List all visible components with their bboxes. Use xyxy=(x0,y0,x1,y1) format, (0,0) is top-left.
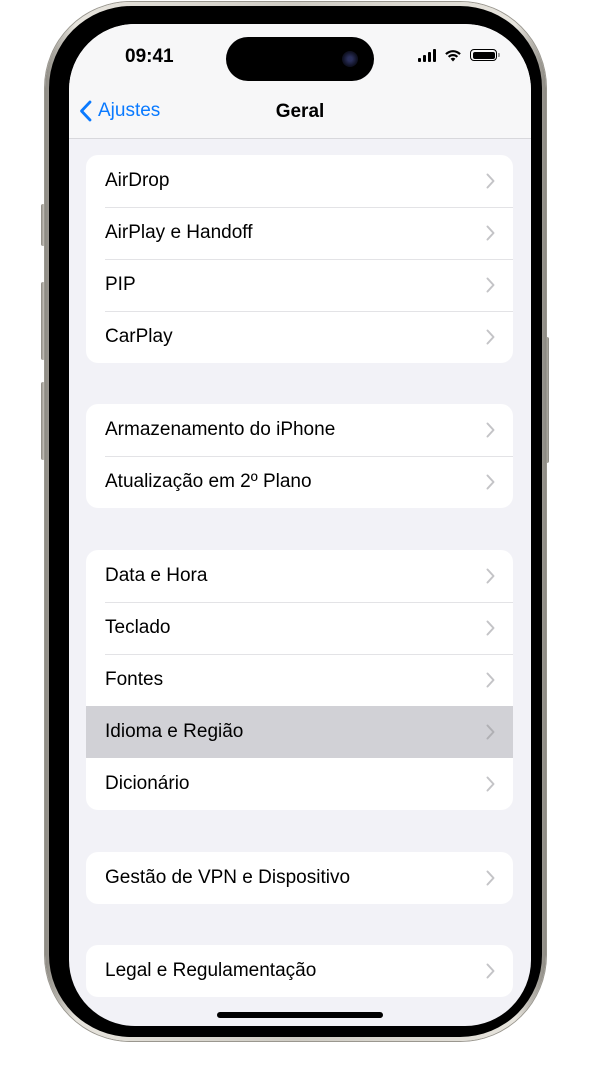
bezel: 09:41 Ajustes Geral AirDrop AirPlay e Ha… xyxy=(49,6,542,1037)
settings-row-airdrop[interactable]: AirDrop xyxy=(86,155,513,207)
wifi-icon xyxy=(445,50,461,62)
chevron-right-icon xyxy=(486,776,495,792)
settings-group-connectivity: AirDrop AirPlay e Handoff PIP CarPlay xyxy=(86,155,513,363)
chevron-right-icon xyxy=(486,620,495,636)
chevron-right-icon xyxy=(486,963,495,979)
page-title: Geral xyxy=(275,101,325,122)
settings-group-vpn: Gestão de VPN e Dispositivo xyxy=(86,852,513,904)
settings-row-airplay-handoff[interactable]: AirPlay e Handoff xyxy=(86,207,513,259)
home-indicator[interactable] xyxy=(217,1012,383,1018)
chevron-right-icon xyxy=(486,173,495,189)
row-label: AirDrop xyxy=(105,170,170,191)
row-label: Atualização em 2º Plano xyxy=(105,471,312,492)
chevron-right-icon xyxy=(486,870,495,886)
row-label: CarPlay xyxy=(105,326,173,347)
row-label: Fontes xyxy=(105,669,164,690)
status-icons xyxy=(418,48,500,62)
row-label: PIP xyxy=(105,274,136,295)
chevron-right-icon xyxy=(486,422,495,438)
iphone-frame: 09:41 Ajustes Geral AirDrop AirPlay e Ha… xyxy=(45,2,546,1041)
chevron-right-icon xyxy=(486,277,495,293)
row-label: Legal e Regulamentação xyxy=(105,960,317,981)
settings-row-fonts[interactable]: Fontes xyxy=(86,654,513,706)
screen: 09:41 Ajustes Geral AirDrop AirPlay e Ha… xyxy=(69,24,531,1026)
cellular-signal-icon xyxy=(418,48,436,62)
row-label: Teclado xyxy=(105,617,171,638)
row-label: Idioma e Região xyxy=(105,721,244,742)
status-time: 09:41 xyxy=(125,46,174,67)
dynamic-island xyxy=(226,37,374,81)
settings-group-locale: Data e Hora Teclado Fontes Idioma e Regi… xyxy=(86,550,513,810)
chevron-right-icon xyxy=(486,724,495,740)
chevron-right-icon xyxy=(486,225,495,241)
battery-icon xyxy=(470,49,500,61)
settings-row-language-region[interactable]: Idioma e Região xyxy=(86,706,513,758)
navigation-header: 09:41 Ajustes Geral xyxy=(69,24,531,139)
settings-group-storage: Armazenamento do iPhone Atualização em 2… xyxy=(86,404,513,508)
chevron-right-icon xyxy=(486,329,495,345)
chevron-right-icon xyxy=(486,568,495,584)
row-label: AirPlay e Handoff xyxy=(105,222,253,243)
chevron-right-icon xyxy=(486,672,495,688)
chevron-right-icon xyxy=(486,474,495,490)
settings-row-legal-regulatory[interactable]: Legal e Regulamentação xyxy=(86,945,513,997)
settings-row-keyboard[interactable]: Teclado xyxy=(86,602,513,654)
settings-row-date-time[interactable]: Data e Hora xyxy=(86,550,513,602)
row-label: Data e Hora xyxy=(105,565,208,586)
front-camera-icon xyxy=(342,51,358,67)
settings-row-dictionary[interactable]: Dicionário xyxy=(86,758,513,810)
settings-row-iphone-storage[interactable]: Armazenamento do iPhone xyxy=(86,404,513,456)
settings-row-carplay[interactable]: CarPlay xyxy=(86,311,513,363)
row-label: Dicionário xyxy=(105,773,190,794)
settings-row-vpn-device-management[interactable]: Gestão de VPN e Dispositivo xyxy=(86,852,513,904)
row-label: Gestão de VPN e Dispositivo xyxy=(105,867,351,888)
row-label: Armazenamento do iPhone xyxy=(105,419,336,440)
settings-row-pip[interactable]: PIP xyxy=(86,259,513,311)
settings-row-background-refresh[interactable]: Atualização em 2º Plano xyxy=(86,456,513,508)
settings-group-legal: Legal e Regulamentação xyxy=(86,945,513,997)
